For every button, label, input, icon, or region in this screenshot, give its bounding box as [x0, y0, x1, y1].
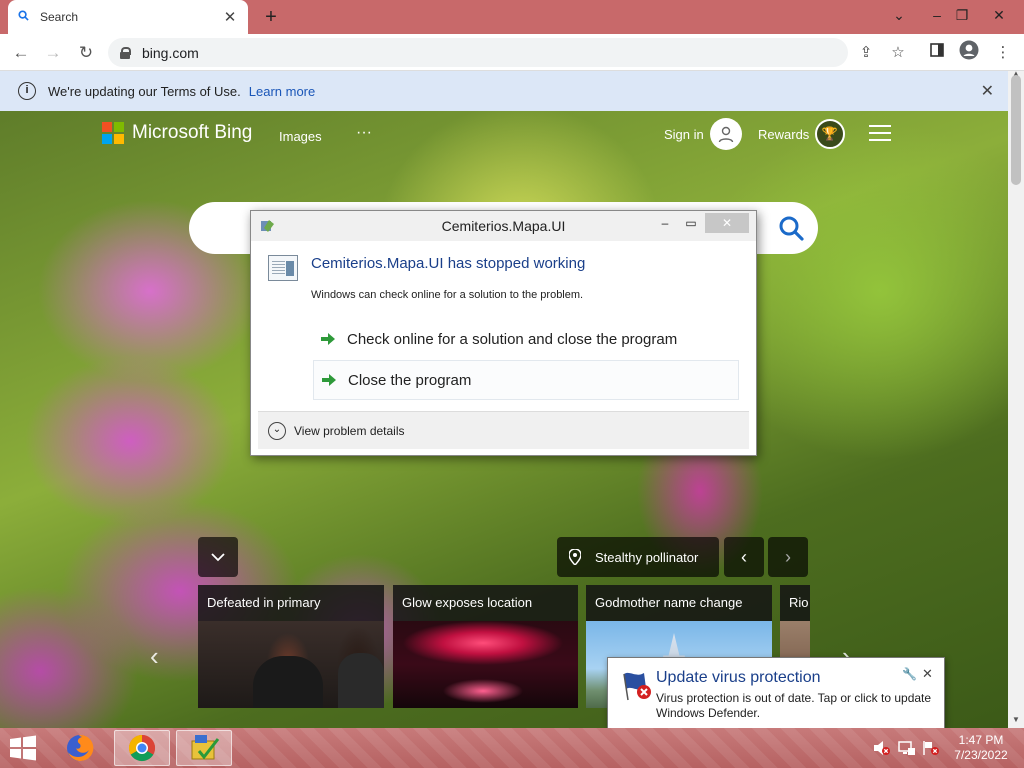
green-arrow-icon	[321, 333, 335, 345]
collapse-feed-chevron-icon[interactable]	[198, 537, 238, 577]
expand-details-chevron-icon[interactable]: ⌄	[268, 421, 286, 440]
bing-logo-text: Microsoft Bing	[132, 122, 253, 143]
volume-muted-icon[interactable]	[873, 740, 891, 756]
news-card-title: Glow exposes location	[402, 595, 533, 610]
dialog-minimize-button[interactable]: –	[653, 213, 677, 233]
address-input[interactable]: bing.com	[108, 38, 848, 67]
sign-in-link[interactable]: Sign in	[664, 127, 704, 142]
search-icon[interactable]	[778, 215, 804, 241]
next-image-chevron-icon[interactable]: ›	[768, 537, 808, 577]
infobar-message: We're updating our Terms of Use.	[48, 83, 241, 99]
news-card-image	[393, 621, 578, 708]
chrome-taskbar-icon[interactable]	[114, 730, 170, 766]
rewards-trophy-icon[interactable]: 🏆	[815, 119, 845, 149]
tab-strip: Search ✕ + ⌄ – ❐ ✕	[0, 0, 1024, 34]
close-program-option[interactable]: Close the program	[313, 360, 739, 400]
installer-taskbar-icon[interactable]	[176, 730, 232, 766]
taskbar: 1:47 PM 7/23/2022	[0, 728, 1024, 768]
error-dialog: Cemiterios.Mapa.UI – ▭ ✕ Cemiterios.Mapa…	[250, 210, 757, 456]
bookmark-star-icon[interactable]: ☆	[885, 40, 911, 66]
notification-close-icon[interactable]: ✕	[922, 666, 933, 682]
microsoft-logo-icon	[102, 122, 124, 144]
program-window-icon	[268, 255, 298, 281]
security-flag-icon	[623, 672, 651, 701]
notification-text: Virus protection is out of date. Tap or …	[656, 691, 932, 720]
system-clock[interactable]: 1:47 PM 7/23/2022	[946, 733, 1016, 763]
reload-icon[interactable]: ↻	[73, 40, 99, 66]
images-link[interactable]: Images	[279, 129, 322, 144]
network-icon[interactable]	[898, 740, 916, 756]
action-center-flag-icon[interactable]	[922, 740, 940, 756]
news-card-image	[198, 621, 384, 708]
news-card[interactable]: Glow exposes location	[393, 585, 578, 708]
news-card-title: Godmother name change	[595, 595, 743, 610]
browser-tab[interactable]: Search ✕	[8, 0, 248, 34]
lock-icon[interactable]	[120, 46, 131, 59]
user-avatar-icon[interactable]	[710, 118, 742, 150]
window-close-button[interactable]: ✕	[982, 0, 1016, 30]
windows-start-icon[interactable]	[6, 734, 40, 762]
image-title: Stealthy pollinator	[595, 549, 699, 565]
green-arrow-icon	[322, 374, 336, 386]
dialog-subtext: Windows can check online for a solution …	[311, 289, 584, 301]
forward-arrow-icon[interactable]: →	[40, 40, 66, 66]
hamburger-menu-icon[interactable]	[869, 125, 891, 141]
restore-button[interactable]: ❐	[945, 0, 979, 30]
back-arrow-icon[interactable]: ←	[8, 40, 34, 66]
close-program-label: Close the program	[348, 371, 472, 389]
defender-notification[interactable]: Update virus protection Virus protection…	[607, 657, 945, 729]
profile-icon[interactable]	[956, 40, 982, 66]
news-card-title: Defeated in primary	[207, 595, 321, 610]
scrollbar-thumb[interactable]	[1011, 75, 1021, 185]
carousel-left-arrow-icon[interactable]: ‹	[150, 641, 159, 672]
tab-close-icon[interactable]: ✕	[222, 8, 238, 26]
news-card[interactable]: Defeated in primary	[198, 585, 384, 708]
firefox-taskbar-icon[interactable]	[52, 730, 108, 766]
terms-infobar: i We're updating our Terms of Use. Learn…	[0, 71, 1008, 111]
check-online-option[interactable]: Check online for a solution and close th…	[313, 319, 739, 359]
dialog-maximize-button[interactable]: ▭	[679, 213, 703, 233]
new-tab-button[interactable]: +	[258, 4, 284, 30]
dialog-titlebar[interactable]: Cemiterios.Mapa.UI – ▭ ✕	[251, 211, 756, 241]
check-online-label: Check online for a solution and close th…	[347, 330, 678, 348]
more-nav-link[interactable]: ···	[356, 124, 372, 142]
infobar-close-icon[interactable]: ✕	[981, 81, 994, 101]
info-icon: i	[18, 82, 36, 100]
bing-logo[interactable]: Microsoft Bing	[102, 122, 252, 144]
clock-time: 1:47 PM	[958, 733, 1004, 747]
scroll-down-icon[interactable]: ▼	[1012, 715, 1020, 724]
kebab-menu-icon[interactable]: ⋮	[990, 40, 1016, 66]
learn-more-link[interactable]: Learn more	[249, 84, 315, 99]
location-pin-icon	[569, 549, 581, 565]
page-scrollbar[interactable]: ▲ ▼	[1008, 69, 1024, 728]
dialog-heading: Cemiterios.Mapa.UI has stopped working	[311, 255, 586, 272]
tab-title: Search	[40, 10, 79, 24]
search-favicon-icon	[18, 10, 40, 24]
dialog-footer: ⌄ View problem details	[258, 411, 749, 449]
clock-date: 7/23/2022	[954, 748, 1008, 762]
news-card-title: Rio	[789, 595, 809, 610]
side-panel-icon[interactable]	[924, 40, 950, 66]
url-text: bing.com	[142, 44, 199, 61]
address-toolbar: ← → ↻ bing.com ⇪ ☆ ⋮	[0, 34, 1024, 71]
rewards-link[interactable]: Rewards	[758, 127, 809, 142]
image-info-pill[interactable]: Stealthy pollinator	[557, 537, 719, 577]
tab-search-chevron-icon[interactable]: ⌄	[882, 0, 916, 30]
previous-image-chevron-icon[interactable]: ‹	[724, 537, 764, 577]
view-details-link[interactable]: View problem details	[294, 424, 405, 438]
notification-options-icon[interactable]: 🔧	[902, 667, 917, 681]
dialog-close-button[interactable]: ✕	[705, 213, 749, 233]
notification-title: Update virus protection	[656, 669, 821, 686]
share-icon[interactable]: ⇪	[853, 40, 879, 66]
dialog-body: Cemiterios.Mapa.UI has stopped working W…	[258, 241, 749, 411]
